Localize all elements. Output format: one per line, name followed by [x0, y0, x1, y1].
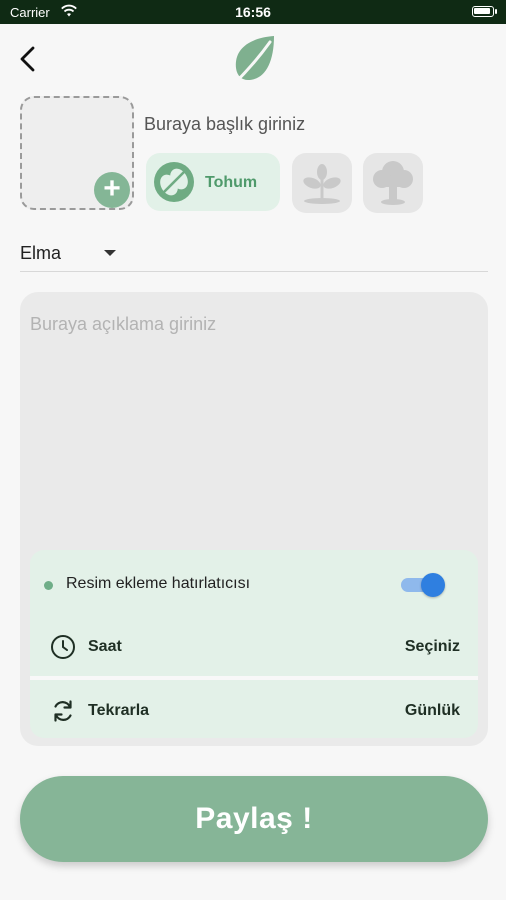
- stage-chip-tree[interactable]: [363, 153, 423, 213]
- stage-label-seed: Tohum: [205, 174, 258, 191]
- reminder-settings-card: Resim ekleme hatırlatıcısı Saat Seçiniz …: [30, 550, 478, 738]
- repeat-value: Günlük: [404, 702, 460, 719]
- add-photo-button[interactable]: +: [94, 172, 130, 208]
- back-button[interactable]: [14, 44, 44, 74]
- chevron-left-icon: [20, 46, 35, 72]
- battery-icon: [472, 6, 497, 17]
- seed-icon: [154, 162, 194, 202]
- sprout-icon: [303, 164, 341, 204]
- repeat-row[interactable]: Tekrarla Günlük: [30, 684, 478, 740]
- time-value: Seçiniz: [404, 638, 460, 655]
- bullet-dot: [44, 581, 53, 590]
- reminder-toggle[interactable]: [401, 573, 445, 597]
- repeat-icon: [54, 700, 72, 722]
- reminder-label: Resim ekleme hatırlatıcısı: [66, 575, 251, 592]
- time-label: Saat: [88, 638, 122, 655]
- caret-down-icon: [104, 250, 116, 256]
- clock-icon: [51, 635, 75, 659]
- description-input[interactable]: [30, 314, 470, 534]
- description-panel: Resim ekleme hatırlatıcısı Saat Seçiniz …: [20, 292, 488, 746]
- title-input[interactable]: [144, 110, 474, 138]
- stage-chip-seed[interactable]: Tohum: [146, 153, 280, 211]
- repeat-label: Tekrarla: [88, 702, 150, 719]
- stage-chip-sprout[interactable]: [292, 153, 352, 213]
- plant-select-value: Elma: [20, 243, 62, 263]
- divider: [30, 676, 478, 680]
- status-bar: Carrier 16:56: [0, 0, 506, 24]
- share-button[interactable]: Paylaş !: [20, 776, 488, 862]
- plus-icon: +: [103, 172, 121, 205]
- status-time: 16:56: [235, 4, 271, 20]
- plant-select[interactable]: Elma: [20, 238, 488, 272]
- tree-icon: [373, 161, 413, 205]
- time-row[interactable]: Saat Seçiniz: [30, 620, 478, 676]
- toggle-knob: [421, 573, 445, 597]
- leaf-icon: [232, 36, 274, 86]
